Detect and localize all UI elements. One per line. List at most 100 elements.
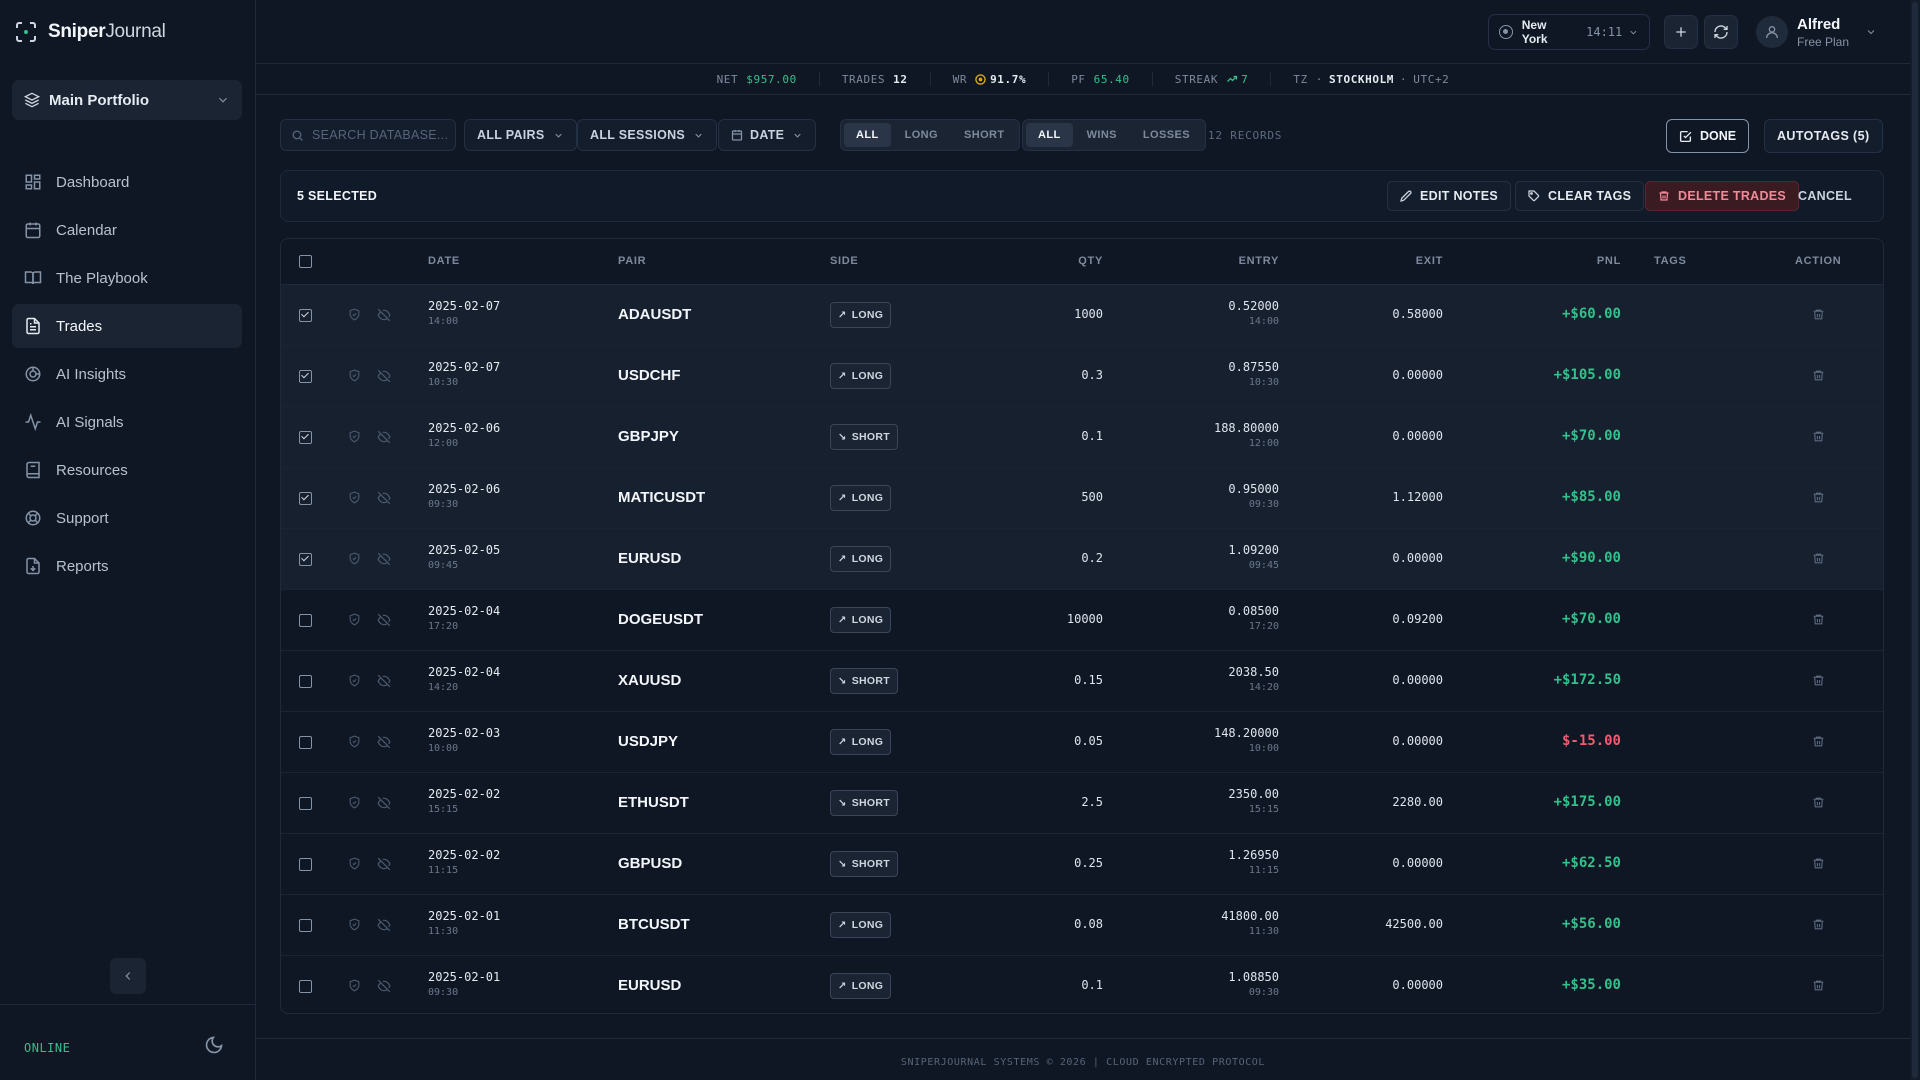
eye-off-icon[interactable] bbox=[377, 979, 391, 993]
result-filter-losses[interactable]: LOSSES bbox=[1131, 123, 1202, 147]
eye-off-icon[interactable] bbox=[377, 857, 391, 871]
eye-off-icon[interactable] bbox=[377, 308, 391, 322]
side-filter-all[interactable]: ALL bbox=[844, 123, 891, 147]
header-side[interactable]: SIDE bbox=[830, 255, 858, 267]
shield-icon[interactable] bbox=[348, 430, 361, 443]
trash-icon[interactable] bbox=[1812, 491, 1825, 504]
header-pnl[interactable]: PNL bbox=[1597, 255, 1621, 267]
sidebar-item-reports[interactable]: Reports bbox=[12, 544, 242, 588]
table-row[interactable]: 2025-02-07 14:00 ADAUSDT ↗ LONG 1000 0.52000 14… bbox=[281, 285, 1883, 346]
select-all-checkbox[interactable] bbox=[299, 255, 312, 268]
result-filter-wins[interactable]: WINS bbox=[1075, 123, 1129, 147]
shield-icon[interactable] bbox=[348, 613, 361, 626]
header-pair[interactable]: PAIR bbox=[618, 255, 646, 267]
date-dropdown[interactable]: DATE bbox=[718, 119, 817, 151]
shield-icon[interactable] bbox=[348, 796, 361, 809]
trash-icon[interactable] bbox=[1812, 857, 1825, 870]
shield-icon[interactable] bbox=[348, 918, 361, 931]
table-row[interactable]: 2025-02-02 11:15 GBPUSD ↘ SHORT 0.25 1.26950 11… bbox=[281, 834, 1883, 895]
eye-off-icon[interactable] bbox=[377, 796, 391, 810]
row-checkbox[interactable] bbox=[299, 614, 312, 627]
shield-icon[interactable] bbox=[348, 735, 361, 748]
trash-icon[interactable] bbox=[1812, 674, 1825, 687]
table-row[interactable]: 2025-02-03 10:00 USDJPY ↗ LONG 0.05 148.20000 1… bbox=[281, 712, 1883, 773]
user-menu[interactable]: Alfred Free Plan bbox=[1756, 14, 1877, 50]
scrollbar-thumb[interactable] bbox=[1912, 2, 1918, 1078]
eye-off-icon[interactable] bbox=[377, 613, 391, 627]
table-row[interactable]: 2025-02-02 15:15 ETHUSDT ↘ SHORT 2.5 2350.00 15… bbox=[281, 773, 1883, 834]
done-button[interactable]: DONE bbox=[1666, 119, 1750, 153]
shield-icon[interactable] bbox=[348, 857, 361, 870]
shield-icon[interactable] bbox=[348, 308, 361, 321]
eye-off-icon[interactable] bbox=[377, 552, 391, 566]
side-filter-long[interactable]: LONG bbox=[893, 123, 950, 147]
trash-icon[interactable] bbox=[1812, 796, 1825, 809]
header-date[interactable]: DATE bbox=[428, 255, 460, 267]
portfolio-selector[interactable]: Main Portfolio bbox=[12, 80, 242, 120]
trash-icon[interactable] bbox=[1812, 552, 1825, 565]
row-checkbox[interactable] bbox=[299, 919, 312, 932]
row-checkbox[interactable] bbox=[299, 858, 312, 871]
page-scrollbar[interactable] bbox=[1910, 0, 1920, 1080]
trash-icon[interactable] bbox=[1812, 308, 1825, 321]
eye-off-icon[interactable] bbox=[377, 674, 391, 688]
shield-icon[interactable] bbox=[348, 674, 361, 687]
eye-off-icon[interactable] bbox=[377, 491, 391, 505]
eye-off-icon[interactable] bbox=[377, 735, 391, 749]
collapse-sidebar-button[interactable] bbox=[110, 958, 146, 994]
sidebar-item-ai-insights[interactable]: AI Insights bbox=[12, 352, 242, 396]
sidebar-item-playbook[interactable]: The Playbook bbox=[12, 256, 242, 300]
refresh-button[interactable] bbox=[1704, 15, 1738, 49]
table-row[interactable]: 2025-02-04 17:20 DOGEUSDT ↗ LONG 10000 0.08500… bbox=[281, 590, 1883, 651]
side-filter-short[interactable]: SHORT bbox=[952, 123, 1017, 147]
sidebar-item-ai-signals[interactable]: AI Signals bbox=[12, 400, 242, 444]
row-checkbox[interactable] bbox=[299, 736, 312, 749]
header-qty[interactable]: QTY bbox=[1078, 255, 1103, 267]
session-clock-selector[interactable]: New York 14:11 bbox=[1488, 14, 1650, 50]
eye-off-icon[interactable] bbox=[377, 918, 391, 932]
table-row[interactable]: 2025-02-01 09:30 EURUSD ↗ LONG 0.1 1.08850 09:3… bbox=[281, 956, 1883, 1013]
eye-off-icon[interactable] bbox=[377, 430, 391, 444]
row-checkbox[interactable] bbox=[299, 675, 312, 688]
result-filter-all[interactable]: ALL bbox=[1026, 123, 1073, 147]
sidebar-item-dashboard[interactable]: Dashboard bbox=[12, 160, 242, 204]
moon-icon[interactable] bbox=[204, 1035, 224, 1055]
brand-logo[interactable]: Sniper Journal bbox=[14, 20, 166, 44]
cancel-button[interactable]: CANCEL bbox=[1786, 181, 1864, 211]
trash-icon[interactable] bbox=[1812, 918, 1825, 931]
shield-icon[interactable] bbox=[348, 552, 361, 565]
shield-icon[interactable] bbox=[348, 491, 361, 504]
trash-icon[interactable] bbox=[1812, 979, 1825, 992]
row-checkbox[interactable] bbox=[299, 370, 312, 383]
add-button[interactable] bbox=[1664, 15, 1698, 49]
table-row[interactable]: 2025-02-04 14:20 XAUUSD ↘ SHORT 0.15 2038.50 14… bbox=[281, 651, 1883, 712]
header-entry[interactable]: ENTRY bbox=[1239, 255, 1279, 267]
delete-trades-button[interactable]: DELETE TRADES bbox=[1645, 181, 1800, 211]
table-row[interactable]: 2025-02-05 09:45 EURUSD ↗ LONG 0.2 1.09200 09:4… bbox=[281, 529, 1883, 590]
trash-icon[interactable] bbox=[1812, 735, 1825, 748]
clear-tags-button[interactable]: CLEAR TAGS bbox=[1515, 181, 1645, 211]
row-checkbox[interactable] bbox=[299, 309, 312, 322]
sidebar-item-support[interactable]: Support bbox=[12, 496, 242, 540]
row-checkbox[interactable] bbox=[299, 492, 312, 505]
edit-notes-button[interactable]: EDIT NOTES bbox=[1387, 181, 1512, 211]
table-row[interactable]: 2025-02-06 09:30 MATICUSDT ↗ LONG 500 0.95000 0… bbox=[281, 468, 1883, 529]
sidebar-item-resources[interactable]: Resources bbox=[12, 448, 242, 492]
trash-icon[interactable] bbox=[1812, 369, 1825, 382]
shield-icon[interactable] bbox=[348, 979, 361, 992]
autotags-button[interactable]: AUTOTAGS (5) bbox=[1764, 119, 1883, 153]
row-checkbox[interactable] bbox=[299, 431, 312, 444]
row-checkbox[interactable] bbox=[299, 553, 312, 566]
row-checkbox[interactable] bbox=[299, 980, 312, 993]
sidebar-item-trades[interactable]: Trades bbox=[12, 304, 242, 348]
table-row[interactable]: 2025-02-06 12:00 GBPJPY ↘ SHORT 0.1 188.80000 1… bbox=[281, 407, 1883, 468]
eye-off-icon[interactable] bbox=[377, 369, 391, 383]
trash-icon[interactable] bbox=[1812, 430, 1825, 443]
row-checkbox[interactable] bbox=[299, 797, 312, 810]
sidebar-item-calendar[interactable]: Calendar bbox=[12, 208, 242, 252]
pairs-dropdown[interactable]: ALL PAIRS bbox=[464, 119, 577, 151]
table-row[interactable]: 2025-02-01 11:30 BTCUSDT ↗ LONG 0.08 41800.00 1… bbox=[281, 895, 1883, 956]
shield-icon[interactable] bbox=[348, 369, 361, 382]
sessions-dropdown[interactable]: ALL SESSIONS bbox=[577, 119, 718, 151]
trash-icon[interactable] bbox=[1812, 613, 1825, 626]
